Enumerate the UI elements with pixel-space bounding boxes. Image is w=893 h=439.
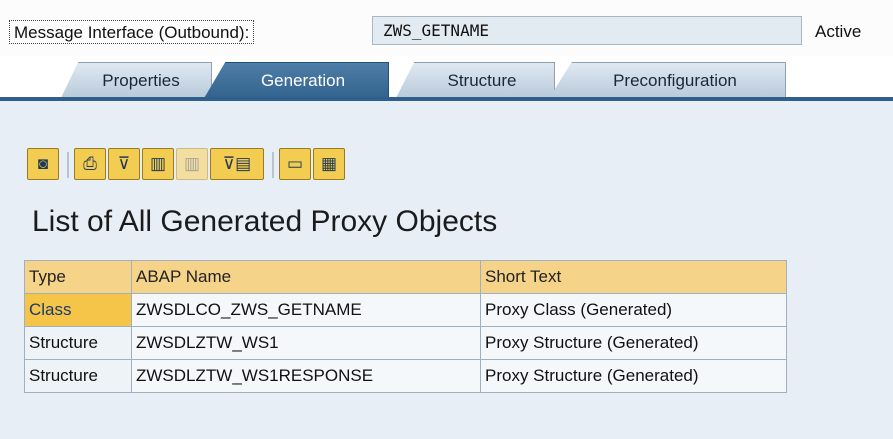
filter-icon[interactable]: ⊽ (108, 148, 140, 180)
cell-short-text[interactable]: Proxy Class (Generated) (480, 293, 787, 327)
cell-type[interactable]: Class (24, 293, 132, 327)
column-header-type[interactable]: Type (24, 260, 132, 294)
cell-abap-name[interactable]: ZWSDLCO_ZWS_GETNAME (131, 293, 481, 327)
cell-short-text[interactable]: Proxy Structure (Generated) (480, 359, 787, 393)
find-next-icon: ▥ (176, 148, 208, 180)
cell-short-text[interactable]: Proxy Structure (Generated) (480, 326, 787, 360)
list-title: List of All Generated Proxy Objects (32, 205, 498, 238)
proxy-objects-table: Type ABAP Name Short Text Class ZWSDLCO_… (24, 260, 787, 393)
tab-structure[interactable]: Structure (395, 62, 555, 100)
message-interface-label: Message Interface (Outbound): (9, 20, 255, 44)
column-header-short-text[interactable]: Short Text (480, 260, 787, 294)
toolbar-separator (272, 152, 274, 178)
tab-strip: Properties Generation Structure Preconfi… (0, 56, 893, 100)
cell-abap-name[interactable]: ZWSDLZTW_WS1 (131, 326, 481, 360)
header-bar: Message Interface (Outbound): ZWS_GETNAM… (0, 0, 893, 56)
toolbar-separator (67, 152, 69, 178)
message-interface-field[interactable]: ZWS_GETNAME (372, 16, 802, 45)
table-row[interactable]: Structure ZWSDLZTW_WS1RESPONSE Proxy Str… (24, 359, 787, 393)
details-icon[interactable]: ◙ (27, 148, 59, 180)
status-text: Active (815, 22, 862, 41)
tab-generation[interactable]: Generation (203, 62, 389, 100)
tab-properties[interactable]: Properties (60, 62, 212, 100)
grid-icon[interactable]: ▦ (313, 148, 345, 180)
find-icon[interactable]: ▥ (142, 148, 174, 180)
layout-icon[interactable]: ▭ (279, 148, 311, 180)
table-header-row: Type ABAP Name Short Text (24, 260, 787, 294)
column-header-abap-name[interactable]: ABAP Name (131, 260, 481, 294)
cell-type[interactable]: Structure (24, 326, 132, 360)
set-filter-icon[interactable]: ⊽▤ (210, 148, 264, 180)
table-row[interactable]: Class ZWSDLCO_ZWS_GETNAME Proxy Class (G… (24, 293, 787, 327)
tab-preconfiguration[interactable]: Preconfiguration (548, 62, 786, 100)
table-row[interactable]: Structure ZWSDLZTW_WS1 Proxy Structure (… (24, 326, 787, 360)
print-icon[interactable]: ⎙ (74, 148, 106, 180)
cell-abap-name[interactable]: ZWSDLZTW_WS1RESPONSE (131, 359, 481, 393)
cell-type[interactable]: Structure (24, 359, 132, 393)
